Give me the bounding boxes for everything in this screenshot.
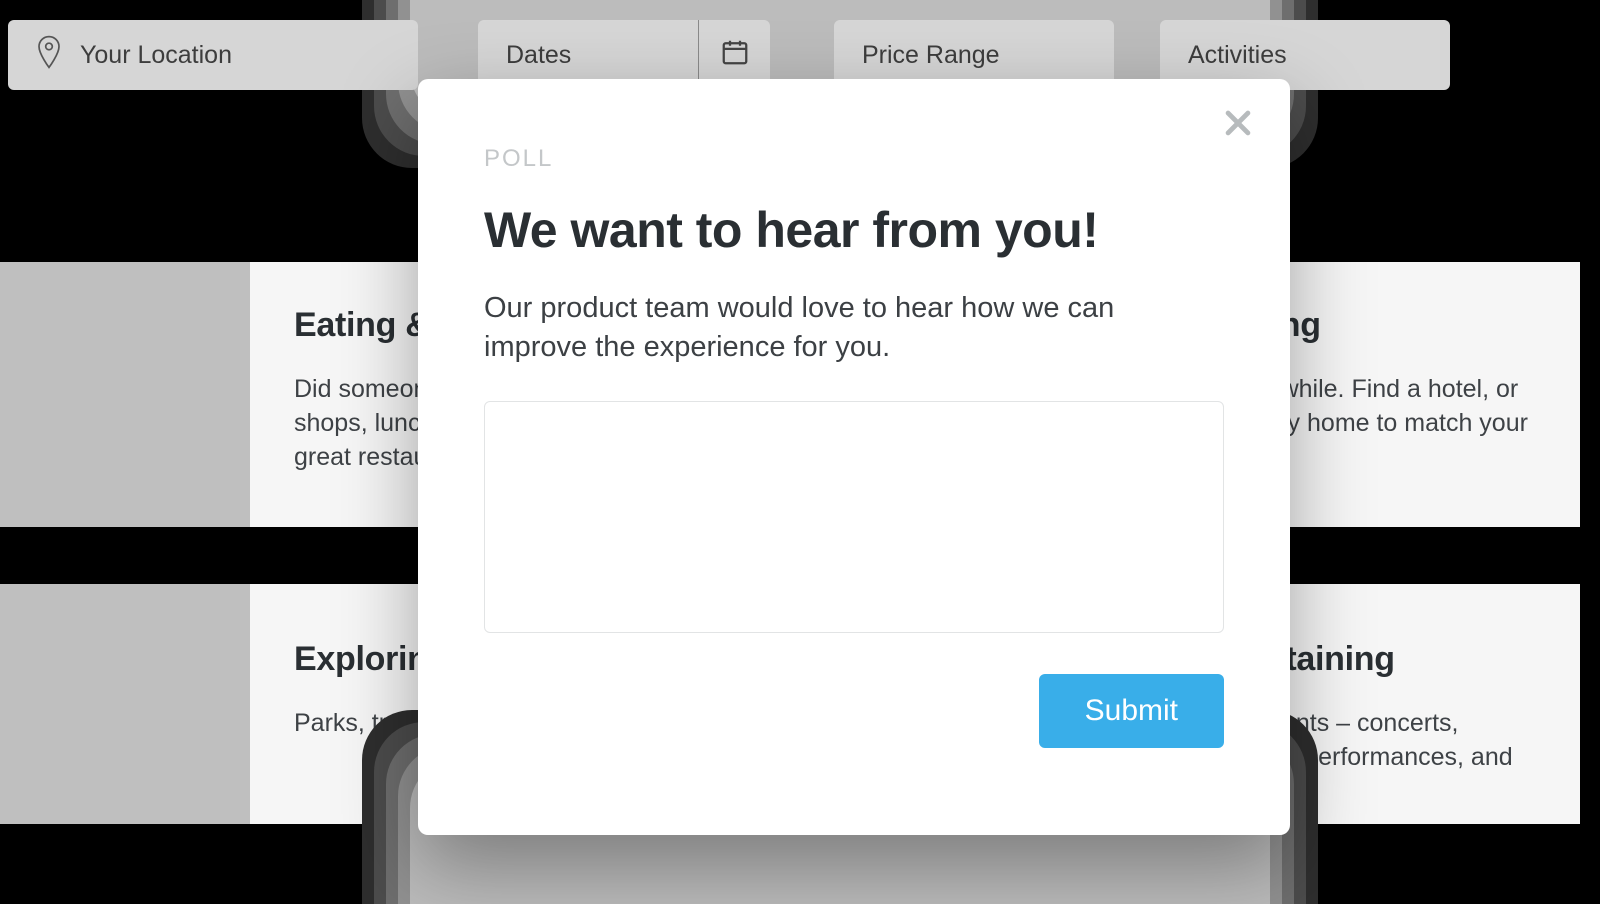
close-icon — [1221, 106, 1255, 145]
calendar-icon — [720, 37, 750, 74]
location-pin-icon — [36, 35, 62, 76]
filter-price-label: Price Range — [862, 41, 1000, 70]
modal-lead: Our product team would love to hear how … — [484, 289, 1184, 367]
modal-title: We want to hear from you! — [484, 201, 1224, 259]
sidebar-grey-panel-bottom-left — [0, 584, 252, 824]
modal-close-button[interactable] — [1216, 103, 1260, 147]
modal-eyebrow: POLL — [484, 145, 1224, 173]
filter-dates-label: Dates — [506, 41, 571, 70]
submit-button[interactable]: Submit — [1039, 674, 1224, 748]
filter-activities-label: Activities — [1188, 41, 1287, 70]
filter-location[interactable]: Your Location — [8, 20, 418, 90]
sidebar-grey-panel-top-left — [0, 262, 250, 527]
filter-location-label: Your Location — [80, 41, 232, 70]
feedback-textarea[interactable] — [484, 401, 1224, 633]
poll-modal: POLL We want to hear from you! Our produ… — [418, 79, 1290, 835]
